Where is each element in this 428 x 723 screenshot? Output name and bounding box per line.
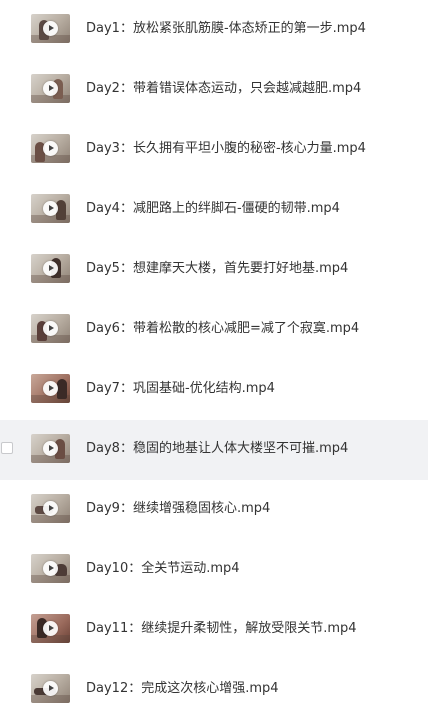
play-icon: [43, 21, 58, 36]
file-name[interactable]: Day8：稳固的地基让人体大楼坚不可摧.mp4: [86, 440, 348, 457]
file-name[interactable]: Day9：继续增强稳固核心.mp4: [86, 500, 270, 517]
file-row[interactable]: Day10：全关节运动.mp4: [0, 540, 428, 600]
file-row[interactable]: Day7：巩固基础-优化结构.mp4: [0, 360, 428, 420]
file-name[interactable]: Day12：完成这次核心增强.mp4: [86, 680, 279, 697]
file-row[interactable]: Day11：继续提升柔韧性，解放受限关节.mp4: [0, 600, 428, 660]
play-icon: [43, 261, 58, 276]
video-thumbnail[interactable]: [31, 434, 70, 463]
file-name[interactable]: Day10：全关节运动.mp4: [86, 560, 240, 577]
video-thumbnail[interactable]: [31, 134, 70, 163]
play-icon: [43, 561, 58, 576]
video-thumbnail[interactable]: [31, 494, 70, 523]
play-icon: [43, 81, 58, 96]
video-thumbnail[interactable]: [31, 554, 70, 583]
file-row[interactable]: Day4：减肥路上的绊脚石-僵硬的韧带.mp4: [0, 180, 428, 240]
play-icon: [43, 321, 58, 336]
file-row-hovered[interactable]: Day8：稳固的地基让人体大楼坚不可摧.mp4: [0, 420, 428, 480]
file-name[interactable]: Day2：带着错误体态运动，只会越减越肥.mp4: [86, 80, 361, 97]
file-row[interactable]: Day9：继续增强稳固核心.mp4: [0, 480, 428, 540]
video-thumbnail[interactable]: [31, 374, 70, 403]
file-name[interactable]: Day3：长久拥有平坦小腹的秘密-核心力量.mp4: [86, 140, 366, 157]
file-name[interactable]: Day1：放松紧张肌筋膜-体态矫正的第一步.mp4: [86, 20, 366, 37]
file-list: Day1：放松紧张肌筋膜-体态矫正的第一步.mp4 Day2：带着错误体态运动，…: [0, 0, 428, 723]
file-name[interactable]: Day6：带着松散的核心减肥=减了个寂寞.mp4: [86, 320, 359, 337]
file-name[interactable]: Day4：减肥路上的绊脚石-僵硬的韧带.mp4: [86, 200, 340, 217]
video-thumbnail[interactable]: [31, 74, 70, 103]
file-row[interactable]: Day5：想建摩天大楼，首先要打好地基.mp4: [0, 240, 428, 300]
video-thumbnail[interactable]: [31, 614, 70, 643]
file-name[interactable]: Day11：继续提升柔韧性，解放受限关节.mp4: [86, 620, 357, 637]
video-thumbnail[interactable]: [31, 674, 70, 703]
play-icon: [43, 501, 58, 516]
video-thumbnail[interactable]: [31, 194, 70, 223]
play-icon: [43, 441, 58, 456]
file-name[interactable]: Day7：巩固基础-优化结构.mp4: [86, 380, 275, 397]
play-icon: [43, 621, 58, 636]
file-row[interactable]: Day6：带着松散的核心减肥=减了个寂寞.mp4: [0, 300, 428, 360]
video-thumbnail[interactable]: [31, 254, 70, 283]
video-thumbnail[interactable]: [31, 14, 70, 43]
file-row[interactable]: Day3：长久拥有平坦小腹的秘密-核心力量.mp4: [0, 120, 428, 180]
video-thumbnail[interactable]: [31, 314, 70, 343]
play-icon: [43, 141, 58, 156]
play-icon: [43, 381, 58, 396]
file-row[interactable]: Day12：完成这次核心增强.mp4: [0, 660, 428, 720]
row-checkbox[interactable]: [1, 442, 13, 454]
file-row[interactable]: Day2：带着错误体态运动，只会越减越肥.mp4: [0, 60, 428, 120]
play-icon: [43, 681, 58, 696]
file-name[interactable]: Day5：想建摩天大楼，首先要打好地基.mp4: [86, 260, 348, 277]
play-icon: [43, 201, 58, 216]
file-row[interactable]: Day1：放松紧张肌筋膜-体态矫正的第一步.mp4: [0, 0, 428, 60]
